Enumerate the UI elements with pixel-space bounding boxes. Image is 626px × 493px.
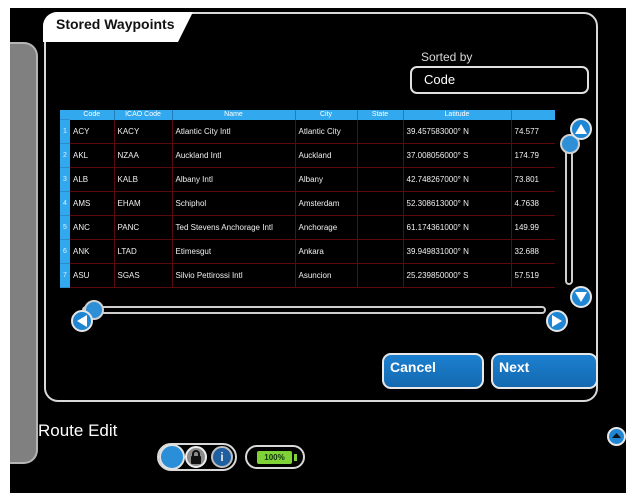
battery-tip [294, 454, 297, 461]
row-index: 5 [60, 215, 70, 240]
column-header-code[interactable]: Code [70, 110, 115, 120]
collapse-up-icon[interactable] [607, 427, 626, 446]
cell-code: ANC [70, 215, 115, 240]
side-panel-handle[interactable] [10, 42, 38, 464]
cell-latitude: 52.308613000° N [403, 191, 512, 216]
cell-longitude: 4.7638 [511, 191, 555, 216]
cell-latitude: 39.949831000° N [403, 239, 512, 264]
waypoints-table: Code ICAO Code Name City State Latitude … [60, 110, 555, 305]
row-index: 4 [60, 191, 70, 216]
table-row[interactable]: 6 ANK LTAD Etimesgut Ankara 39.949831000° N 32… [60, 239, 555, 264]
scroll-up-icon[interactable] [570, 118, 592, 140]
cell-name: Atlantic City Intl [172, 119, 296, 144]
info-icon[interactable]: i [211, 446, 233, 468]
battery-icon: 100% [257, 451, 292, 464]
cell-state [357, 119, 404, 144]
table-row[interactable]: 2 AKL NZAA Auckland Intl Auckland 37.00805600… [60, 143, 555, 168]
cell-city: Anchorage [295, 215, 358, 240]
table-row[interactable]: 3 ALB KALB Albany Intl Albany 42.748267000° N… [60, 167, 555, 192]
panel-title: Stored Waypoints [56, 16, 175, 32]
cell-city: Amsterdam [295, 191, 358, 216]
scroll-right-icon[interactable] [546, 310, 568, 332]
cell-name: Schiphol [172, 191, 296, 216]
cell-longitude: 174.79 [511, 143, 555, 168]
row-index: 7 [60, 263, 70, 288]
column-header-city[interactable]: City [295, 110, 358, 120]
cell-name: Ted Stevens Anchorage Intl [172, 215, 296, 240]
cell-icao: SGAS [114, 263, 173, 288]
table-row[interactable]: 5 ANC PANC Ted Stevens Anchorage Intl Anchor… [60, 215, 555, 240]
cell-code: ACY [70, 119, 115, 144]
cell-state [357, 215, 404, 240]
cell-state [357, 167, 404, 192]
lock-icon[interactable] [185, 446, 207, 468]
column-header-state[interactable]: State [357, 110, 404, 120]
sorted-by-label: Sorted by [421, 50, 473, 64]
cell-code: ALB [70, 167, 115, 192]
cell-name: Etimesgut [172, 239, 296, 264]
index-header [60, 110, 70, 120]
cell-latitude: 37.008056000° S [403, 143, 512, 168]
column-header-longitude[interactable] [511, 110, 555, 120]
scroll-left-icon[interactable] [71, 310, 93, 332]
cell-city: Ankara [295, 239, 358, 264]
vertical-scrollbar[interactable] [565, 135, 573, 285]
cell-longitude: 57.519 [511, 263, 555, 288]
cell-icao: KALB [114, 167, 173, 192]
cell-icao: EHAM [114, 191, 173, 216]
sort-select[interactable]: Code [410, 66, 589, 94]
table-row[interactable]: 7 ASU SGAS Silvio Pettirossi Intl Asuncion 25… [60, 263, 555, 288]
cell-city: Asuncion [295, 263, 358, 288]
cell-code: ANK [70, 239, 115, 264]
cancel-button[interactable]: Cancel [382, 353, 484, 389]
cell-longitude: 73.801 [511, 167, 555, 192]
cell-latitude: 61.174361000° N [403, 215, 512, 240]
cell-name: Albany Intl [172, 167, 296, 192]
cell-longitude: 32.688 [511, 239, 555, 264]
cell-city: Albany [295, 167, 358, 192]
cell-state [357, 191, 404, 216]
horizontal-scrollbar[interactable] [82, 306, 546, 314]
scroll-down-icon[interactable] [570, 286, 592, 308]
cell-state [357, 143, 404, 168]
column-header-name[interactable]: Name [172, 110, 296, 120]
table-row[interactable]: 4 AMS EHAM Schiphol Amsterdam 52.308613000° N… [60, 191, 555, 216]
column-header-latitude[interactable]: Latitude [403, 110, 512, 120]
cell-state [357, 263, 404, 288]
cell-name: Auckland Intl [172, 143, 296, 168]
cell-icao: NZAA [114, 143, 173, 168]
column-header-icao[interactable]: ICAO Code [114, 110, 173, 120]
row-index: 1 [60, 119, 70, 144]
cell-latitude: 42.748267000° N [403, 167, 512, 192]
cell-city: Atlantic City [295, 119, 358, 144]
cell-code: ASU [70, 263, 115, 288]
row-index: 6 [60, 239, 70, 264]
cell-longitude: 149.99 [511, 215, 555, 240]
route-edit-label: Route Edit [38, 421, 118, 440]
cell-longitude: 74.577 [511, 119, 555, 144]
next-button[interactable]: Next [491, 353, 598, 389]
cell-code: AKL [70, 143, 115, 168]
cell-name: Silvio Pettirossi Intl [172, 263, 296, 288]
table-header-row: Code ICAO Code Name City State Latitude [60, 110, 555, 120]
row-index: 2 [60, 143, 70, 168]
cell-latitude: 25.239850000° S [403, 263, 512, 288]
row-index: 3 [60, 167, 70, 192]
cell-city: Auckland [295, 143, 358, 168]
cell-code: AMS [70, 191, 115, 216]
cell-icao: LTAD [114, 239, 173, 264]
cell-latitude: 39.457583000° N [403, 119, 512, 144]
cell-icao: PANC [114, 215, 173, 240]
table-row[interactable]: 1 ACY KACY Atlantic City Intl Atlantic City 3… [60, 119, 555, 144]
cell-state [357, 239, 404, 264]
cell-icao: KACY [114, 119, 173, 144]
toggle-knob[interactable] [159, 444, 185, 470]
